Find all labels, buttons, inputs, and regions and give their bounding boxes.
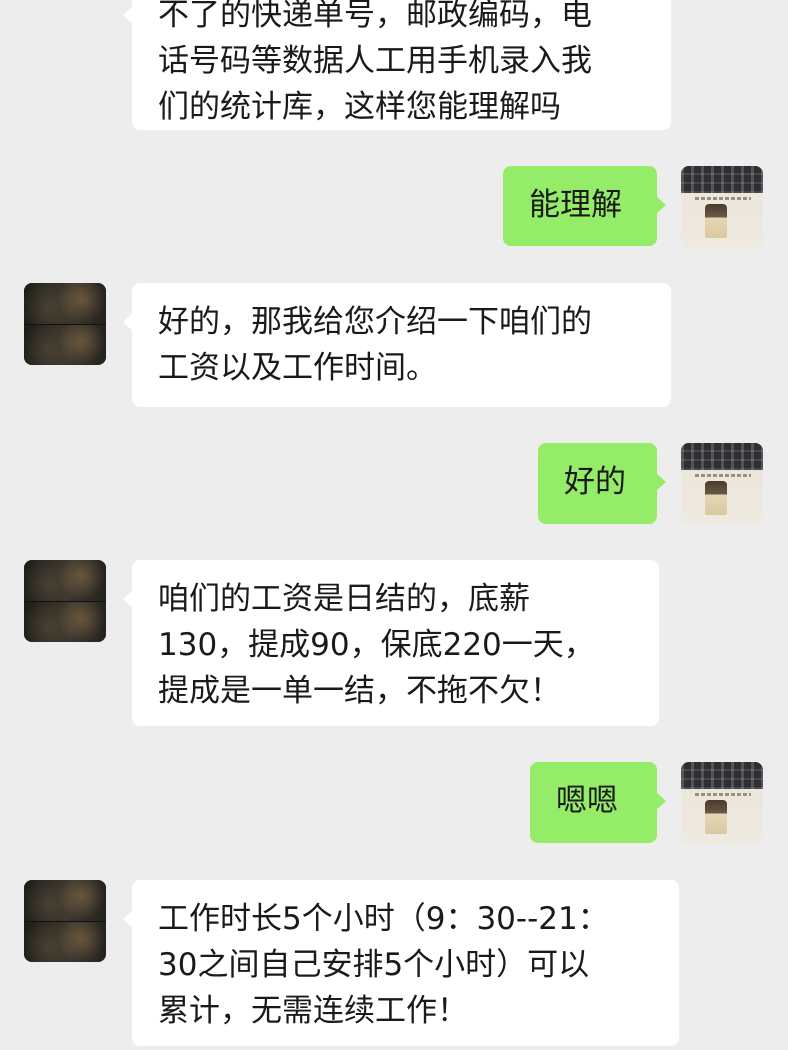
- incoming-message-bubble[interactable]: 咱们的工资是日结的，底薪 130，提成90，保底220一天， 提成是一单一结，不…: [123, 560, 659, 726]
- message-line: 好的，那我给您介绍一下咱们的: [158, 304, 592, 340]
- incoming-message-bubble[interactable]: 工作时长5个小时（9：30--21： 30之间自己安排5个小时）可以 累计，无需…: [123, 880, 679, 1046]
- chat-message-list[interactable]: 不了的快递单号，邮政编码，电 话号码等数据人工用手机录入我 们的统计库，这样您能…: [0, 0, 788, 1050]
- avatar-photo-text: [695, 474, 751, 477]
- avatar-photo-frame: [24, 560, 106, 601]
- avatar-photo-figure: [705, 481, 727, 515]
- incoming-message-bubble[interactable]: 好的，那我给您介绍一下咱们的 工资以及工作时间。: [123, 283, 671, 407]
- message-line: 们的统计库，这样您能理解吗: [158, 89, 561, 125]
- message-line: 嗯嗯: [556, 783, 618, 819]
- avatar-photo-pattern: [681, 762, 763, 789]
- outgoing-message-bubble[interactable]: 能理解: [503, 166, 666, 246]
- user-avatar[interactable]: [681, 166, 763, 248]
- avatar-photo-pattern: [681, 166, 763, 193]
- message-line: 累计，无需连续工作！: [158, 993, 468, 1029]
- message-line: 咱们的工资是日结的，底薪: [158, 581, 530, 617]
- avatar-photo-frame: [24, 324, 106, 365]
- user-avatar[interactable]: [681, 762, 763, 844]
- message-line: 话号码等数据人工用手机录入我: [158, 43, 592, 79]
- user-avatar[interactable]: [681, 443, 763, 525]
- avatar-photo-frame: [24, 921, 106, 962]
- avatar-photo-figure: [705, 204, 727, 238]
- avatar-photo-pattern: [681, 443, 763, 470]
- message-line: 能理解: [529, 187, 622, 223]
- message-line: 30之间自己安排5个小时）可以: [158, 947, 590, 983]
- avatar-photo-frame: [24, 283, 106, 324]
- avatar-photo-text: [695, 197, 751, 200]
- message-line: 好的: [564, 464, 626, 500]
- avatar-photo-figure: [705, 800, 727, 834]
- message-line: 130，提成90，保底220一天，: [158, 627, 595, 663]
- outgoing-message-bubble[interactable]: 好的: [538, 443, 666, 524]
- message-line: 工资以及工作时间。: [158, 350, 437, 386]
- avatar-photo-frame: [24, 601, 106, 642]
- avatar-photo-frame: [24, 880, 106, 921]
- contact-avatar[interactable]: [24, 880, 106, 962]
- message-line: 工作时长5个小时（9：30--21：: [158, 901, 609, 937]
- contact-avatar[interactable]: [24, 283, 106, 365]
- message-line: 不了的快递单号，邮政编码，电: [158, 0, 592, 33]
- incoming-message-bubble[interactable]: 不了的快递单号，邮政编码，电 话号码等数据人工用手机录入我 们的统计库，这样您能…: [123, 0, 671, 130]
- avatar-photo-text: [695, 793, 751, 796]
- contact-avatar[interactable]: [24, 560, 106, 642]
- outgoing-message-bubble[interactable]: 嗯嗯: [530, 762, 666, 843]
- message-line: 提成是一单一结，不拖不欠！: [158, 673, 561, 709]
